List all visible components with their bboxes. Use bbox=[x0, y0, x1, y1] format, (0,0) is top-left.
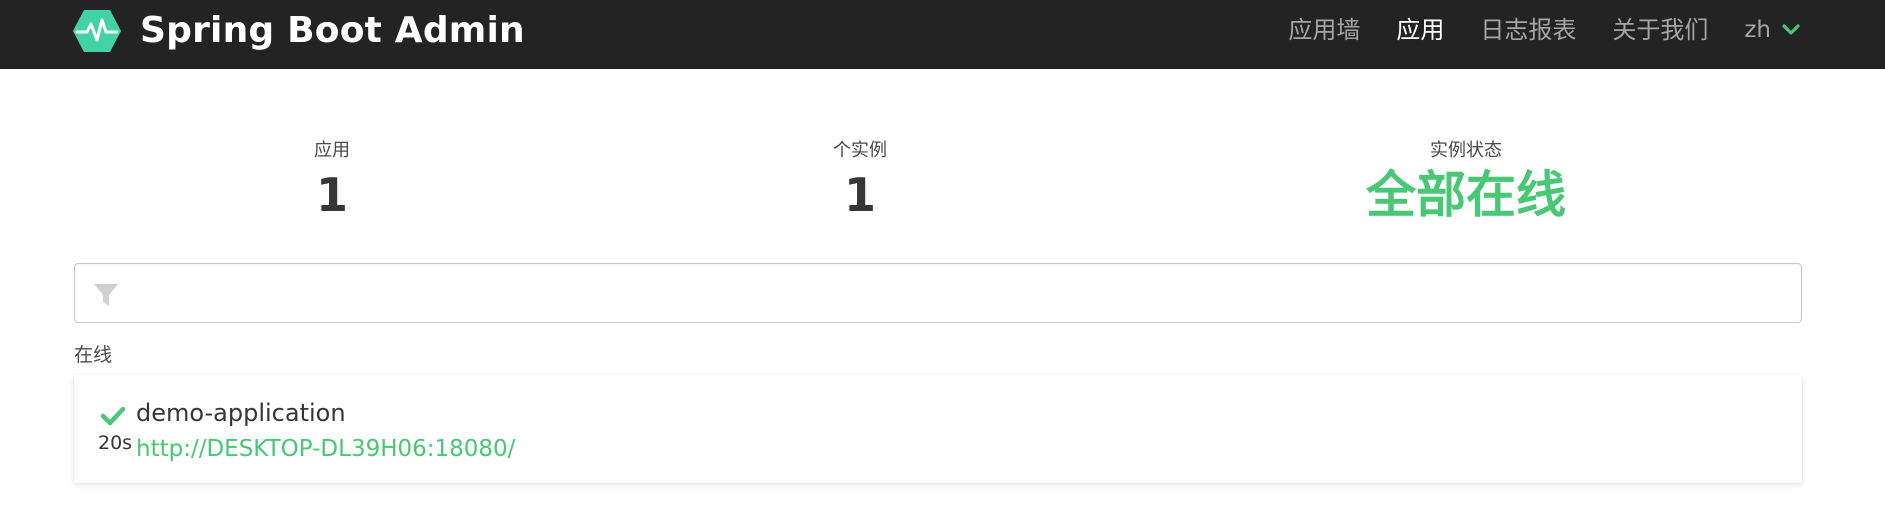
group-title-online: 在线 bbox=[74, 344, 113, 366]
summary-applications-value: 1 bbox=[315, 168, 348, 222]
summary-instances-value: 1 bbox=[843, 168, 876, 222]
language-dropdown[interactable]: zh bbox=[1744, 0, 1801, 60]
language-label: zh bbox=[1744, 17, 1771, 43]
heartbeat-hexagon-icon bbox=[73, 10, 121, 52]
application-card[interactable]: 20s demo-application http://DESKTOP-DL39… bbox=[74, 375, 1802, 483]
summary-status: 实例状态 全部在线 bbox=[1316, 138, 1616, 224]
nav-menu: 应用墙 应用 日志报表 关于我们 zh bbox=[1252, 0, 1801, 60]
summary-status-value: 全部在线 bbox=[1366, 166, 1566, 224]
brand-link[interactable]: Spring Boot Admin bbox=[72, 9, 525, 53]
nav-item-log-reports[interactable]: 日志报表 bbox=[1480, 0, 1576, 60]
filter-icon bbox=[94, 284, 118, 306]
filter-input[interactable] bbox=[135, 264, 1791, 322]
summary-status-label: 实例状态 bbox=[1430, 140, 1502, 161]
summary-instances: 个实例 1 bbox=[710, 138, 1010, 224]
application-name: demo-application bbox=[136, 399, 346, 427]
summary-applications: 应用 1 bbox=[182, 138, 482, 224]
filter-box bbox=[74, 263, 1802, 323]
status-age: 20s bbox=[98, 432, 133, 454]
chevron-down-icon bbox=[1782, 24, 1800, 35]
check-icon bbox=[100, 406, 126, 426]
application-url-link[interactable]: http://DESKTOP-DL39H06:18080/ bbox=[136, 433, 515, 465]
nav-item-applications[interactable]: 应用 bbox=[1396, 0, 1444, 60]
summary-instances-label: 个实例 bbox=[833, 140, 887, 161]
summary-applications-label: 应用 bbox=[314, 140, 350, 161]
nav-item-about[interactable]: 关于我们 bbox=[1612, 0, 1708, 60]
navbar: Spring Boot Admin 应用墙 应用 日志报表 关于我们 zh bbox=[0, 0, 1885, 69]
brand-title: Spring Boot Admin bbox=[140, 10, 525, 51]
nav-item-wallboard[interactable]: 应用墙 bbox=[1288, 0, 1360, 60]
